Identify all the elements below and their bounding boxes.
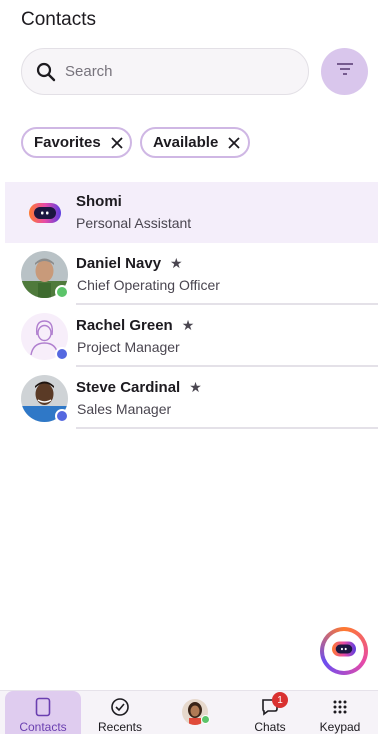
close-icon[interactable] (111, 136, 123, 149)
divider (76, 427, 378, 429)
status-available-icon (201, 715, 210, 724)
filter-icon (335, 62, 355, 81)
assistant-logo-icon (21, 189, 68, 236)
chip-label: Available (153, 134, 219, 151)
contact-name: Daniel Navy ★ (76, 255, 183, 272)
nav-chats[interactable]: 1 Chats (232, 691, 308, 734)
recents-icon (110, 695, 130, 719)
status-busy-icon (55, 347, 69, 361)
star-icon: ★ (170, 255, 183, 271)
filter-button[interactable] (321, 48, 368, 95)
nav-label: Chats (254, 720, 286, 734)
list-item-daniel-navy[interactable]: Daniel Navy ★ Chief Operating Officer (5, 244, 378, 305)
nav-label: Contacts (19, 720, 67, 734)
divider (76, 365, 378, 367)
keypad-icon (332, 695, 348, 719)
nav-keypad[interactable]: Keypad (302, 691, 378, 734)
contact-title: Sales Manager (77, 401, 172, 417)
star-icon: ★ (181, 317, 195, 333)
contact-title: Personal Assistant (76, 215, 192, 231)
search-box[interactable] (21, 48, 309, 95)
contact-name: Shomi (76, 193, 122, 210)
contact-name: Rachel Green ★ (76, 317, 195, 334)
chip-label: Favorites (34, 134, 101, 151)
contacts-book-icon (35, 695, 51, 719)
unread-badge: 1 (272, 692, 288, 708)
status-available-icon (55, 285, 69, 299)
divider (76, 303, 378, 305)
assistant-fab-button[interactable] (320, 627, 368, 675)
assistant-logo-icon (331, 640, 357, 663)
close-icon[interactable] (228, 136, 240, 149)
avatar (182, 699, 210, 725)
status-busy-icon (55, 409, 69, 423)
star-icon: ★ (189, 379, 202, 395)
list-item-rachel-green[interactable]: Rachel Green ★ Project Manager (5, 306, 378, 367)
avatar (21, 313, 69, 361)
nav-recents[interactable]: Recents (82, 691, 158, 734)
contact-title: Project Manager (77, 339, 180, 355)
nav-profile[interactable] (160, 691, 230, 734)
contact-title: Chief Operating Officer (77, 277, 220, 293)
filter-chip-available[interactable]: Available (140, 127, 250, 158)
list-item-steve-cardinal[interactable]: Steve Cardinal ★ Sales Manager (5, 368, 378, 429)
filter-chip-favorites[interactable]: Favorites (21, 127, 132, 158)
nav-label: Recents (97, 720, 143, 734)
nav-label: Keypad (319, 720, 361, 734)
contact-name: Steve Cardinal ★ (76, 379, 202, 396)
avatar (21, 375, 69, 423)
nav-contacts[interactable]: Contacts (5, 691, 81, 734)
search-icon (35, 61, 57, 83)
search-input[interactable] (65, 63, 285, 80)
page-title: Contacts (21, 9, 96, 30)
bottom-navigation: Contacts Recents 1 Chats Keypad (0, 690, 378, 734)
avatar (21, 251, 69, 299)
list-item-shomi[interactable]: Shomi Personal Assistant (5, 182, 378, 243)
